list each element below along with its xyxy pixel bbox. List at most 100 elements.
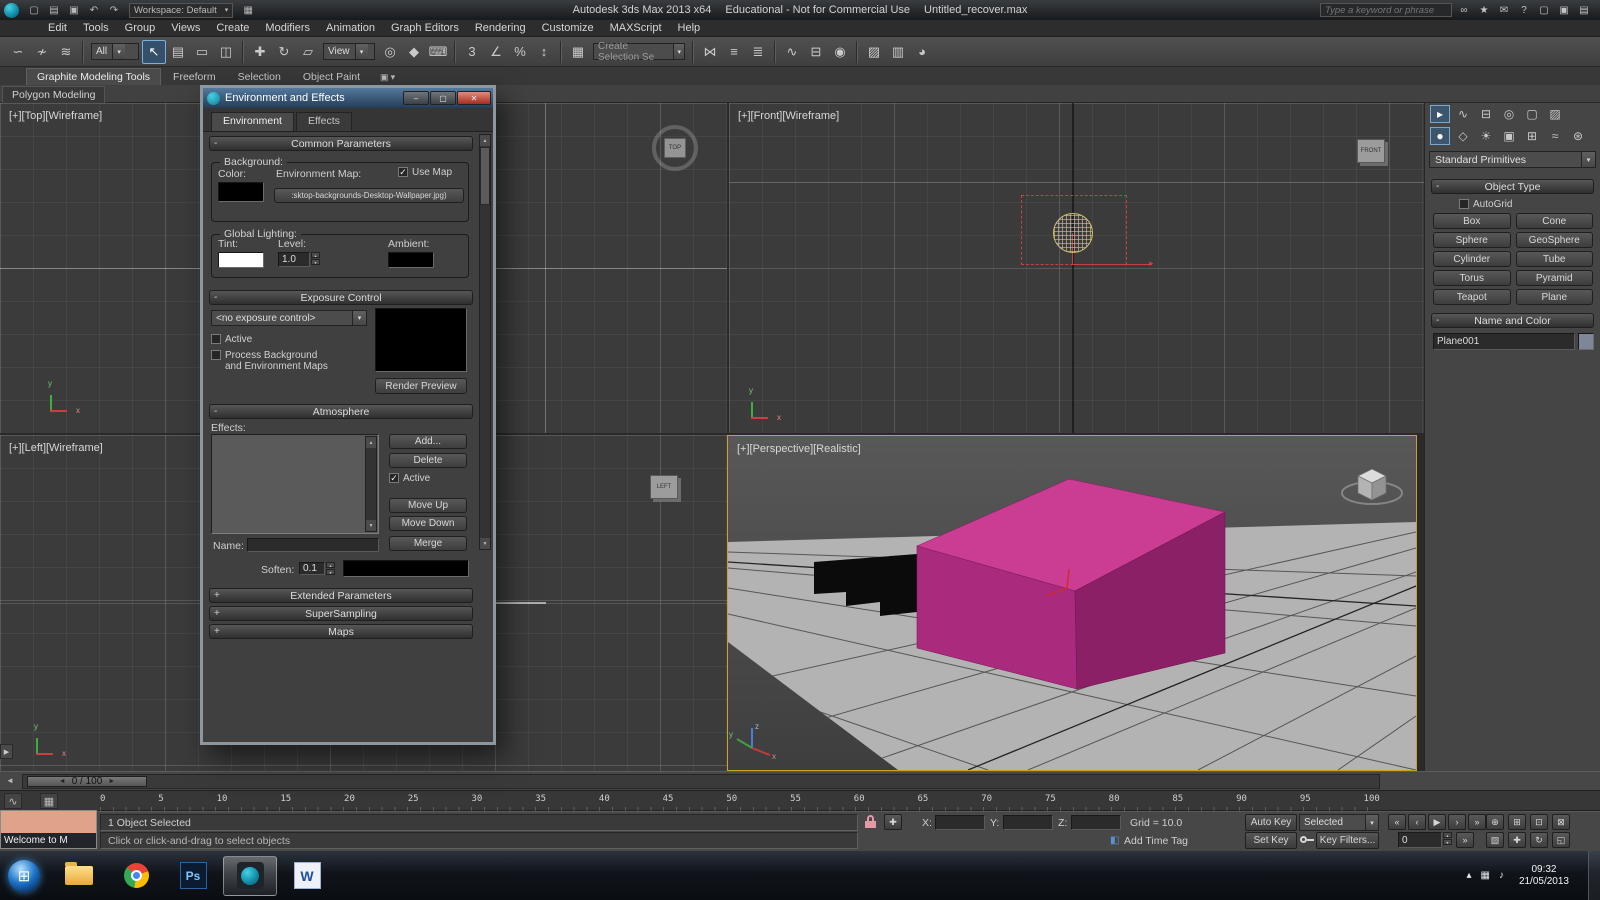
- welcome-window-minimized[interactable]: Welcome to M: [0, 810, 97, 849]
- tab-create-icon[interactable]: ▸: [1430, 105, 1450, 123]
- effect-name-field[interactable]: [247, 538, 379, 552]
- scroll-up-icon[interactable]: ▲: [480, 135, 490, 146]
- show-desktop-button[interactable]: [1588, 851, 1600, 900]
- category-systems-icon[interactable]: ⊛: [1568, 127, 1588, 145]
- rectangular-selection-region-icon[interactable]: ▭: [190, 40, 214, 64]
- polygon-modeling-panel[interactable]: Polygon Modeling: [2, 86, 106, 104]
- panel-icon-1[interactable]: ▢: [1536, 3, 1552, 18]
- dialog-tab[interactable]: Effects: [295, 112, 352, 131]
- rendered-frame-window-icon[interactable]: ▥: [886, 40, 910, 64]
- exposure-control-dropdown[interactable]: <no exposure control> ▾: [211, 310, 367, 326]
- bind-to-spacewarp-icon[interactable]: ≋: [54, 40, 78, 64]
- absolute-mode-icon[interactable]: ✚: [884, 814, 902, 830]
- primitive-button[interactable]: Sphere: [1433, 232, 1511, 248]
- zoom-icon[interactable]: ⊕: [1486, 814, 1504, 830]
- percent-snap-icon[interactable]: %: [508, 40, 532, 64]
- play-icon[interactable]: ▶: [1428, 814, 1446, 830]
- viewcube-front[interactable]: FRONT: [1357, 139, 1385, 163]
- frame-forward-icon[interactable]: ►: [108, 778, 115, 785]
- frame-back-icon[interactable]: ◄: [59, 778, 66, 785]
- search-input[interactable]: [1320, 3, 1452, 17]
- taskbar-chrome[interactable]: [109, 856, 163, 896]
- current-frame-field[interactable]: 0: [1398, 832, 1442, 848]
- select-and-scale-icon[interactable]: ▱: [296, 40, 320, 64]
- checkbox[interactable]: [1459, 199, 1469, 209]
- select-and-move-icon[interactable]: ✚: [248, 40, 272, 64]
- menu-item[interactable]: MAXScript: [602, 21, 670, 35]
- select-and-rotate-icon[interactable]: ↻: [272, 40, 296, 64]
- category-geometry-icon[interactable]: ●: [1430, 127, 1450, 145]
- selection-filter-dropdown[interactable]: All ▾: [91, 43, 139, 60]
- menu-item[interactable]: Create: [208, 21, 257, 35]
- menu-item[interactable]: Rendering: [467, 21, 534, 35]
- redo-icon[interactable]: ↷: [105, 2, 123, 18]
- key-filters-button[interactable]: Key Filters...: [1316, 832, 1379, 849]
- environment-sphere-object[interactable]: [1053, 213, 1093, 253]
- spinner-snap-icon[interactable]: ↕: [532, 40, 556, 64]
- maximize-viewport-icon[interactable]: ◱: [1552, 832, 1570, 848]
- atmosphere-active-checkbox[interactable]: ✓ Active: [389, 473, 430, 484]
- 3dsmax-logo-icon[interactable]: [4, 2, 19, 18]
- soften-field[interactable]: 0.1: [299, 562, 325, 575]
- z-coordinate-field[interactable]: [1071, 815, 1121, 830]
- menu-item[interactable]: Group: [117, 21, 164, 35]
- layer-manager-icon[interactable]: ≣: [746, 40, 770, 64]
- primitive-button[interactable]: Box: [1433, 213, 1511, 229]
- rollup-atmosphere[interactable]: - Atmosphere: [209, 404, 473, 419]
- rollup-name-and-color[interactable]: - Name and Color: [1431, 313, 1594, 328]
- render-setup-icon[interactable]: ▨: [862, 40, 886, 64]
- time-slider-track[interactable]: ◄ 0 / 100 ►: [22, 774, 1380, 789]
- maximize-button[interactable]: ▢: [430, 91, 456, 105]
- new-scene-icon[interactable]: ▢: [25, 2, 43, 18]
- rollup-common-parameters[interactable]: - Common Parameters: [209, 136, 473, 151]
- dialog-tab[interactable]: Environment: [211, 112, 294, 131]
- qat-extra-icon[interactable]: ▦: [239, 2, 257, 18]
- pan-icon[interactable]: ✚: [1508, 832, 1526, 848]
- render-production-icon[interactable]: ◕: [910, 40, 934, 64]
- open-file-icon[interactable]: ▤: [45, 2, 63, 18]
- viewport-front[interactable]: [+][Front][Wireframe] ▸ FRONT yx: [729, 103, 1424, 433]
- menu-item[interactable]: Customize: [534, 21, 602, 35]
- x-coordinate-field[interactable]: [935, 815, 985, 830]
- checkbox-checked[interactable]: ✓: [389, 473, 399, 483]
- category-helpers-icon[interactable]: ⊞: [1522, 127, 1542, 145]
- scroll-up-icon[interactable]: ▲: [366, 437, 376, 448]
- key-mode-dropdown[interactable]: Selected ▾: [1299, 814, 1379, 831]
- level-spinner[interactable]: ▴ ▾: [311, 252, 320, 267]
- reference-coordinate-dropdown[interactable]: View ▾: [323, 43, 375, 60]
- go-to-end-alt-icon[interactable]: »: [1456, 832, 1474, 848]
- category-lights-icon[interactable]: ☀: [1476, 127, 1496, 145]
- ribbon-tab[interactable]: Freeform: [163, 69, 226, 85]
- selection-lock-icon[interactable]: [864, 815, 877, 829]
- close-button[interactable]: ✕: [457, 91, 491, 105]
- zoom-region-icon[interactable]: ▧: [1486, 832, 1504, 848]
- panel-icon-3[interactable]: ▤: [1576, 3, 1592, 18]
- viewport-left-label[interactable]: [+][Left][Wireframe]: [9, 442, 103, 454]
- tab-modify-icon[interactable]: ∿: [1453, 105, 1473, 123]
- listbox-scrollbar[interactable]: ▲ ▼: [365, 436, 377, 532]
- taskbar-photoshop[interactable]: Ps: [166, 856, 220, 896]
- checkbox[interactable]: [211, 334, 221, 344]
- start-button[interactable]: ⊞: [8, 859, 40, 892]
- zoom-extents-icon[interactable]: ⊡: [1530, 814, 1548, 830]
- auto-key-button[interactable]: Auto Key: [1245, 814, 1297, 831]
- keyboard-override-icon[interactable]: ⌨: [426, 40, 450, 64]
- select-and-manipulate-icon[interactable]: ◆: [402, 40, 426, 64]
- category-shapes-icon[interactable]: ◇: [1453, 127, 1473, 145]
- fog-color-swatch[interactable]: [343, 560, 469, 577]
- object-name-field[interactable]: [1433, 333, 1575, 350]
- move-up-button[interactable]: Move Up: [389, 498, 467, 513]
- material-editor-icon[interactable]: ◉: [828, 40, 852, 64]
- menu-item[interactable]: Modifiers: [257, 21, 318, 35]
- ribbon-config[interactable]: ▣ ▾: [380, 72, 395, 85]
- ribbon-tab[interactable]: Object Paint: [293, 69, 370, 85]
- undo-icon[interactable]: ↶: [85, 2, 103, 18]
- schematic-view-icon[interactable]: ⊟: [804, 40, 828, 64]
- tray-expand-icon[interactable]: ▴: [1466, 870, 1471, 881]
- frame-spinner[interactable]: ▴ ▾: [1443, 832, 1452, 848]
- viewcube-top-face[interactable]: TOP: [664, 138, 686, 158]
- merge-button[interactable]: Merge: [389, 536, 467, 551]
- primitive-category-dropdown[interactable]: Standard Primitives ▾: [1429, 151, 1596, 168]
- ambient-color-swatch[interactable]: [388, 252, 434, 268]
- favorites-star-icon[interactable]: ★: [1476, 3, 1492, 18]
